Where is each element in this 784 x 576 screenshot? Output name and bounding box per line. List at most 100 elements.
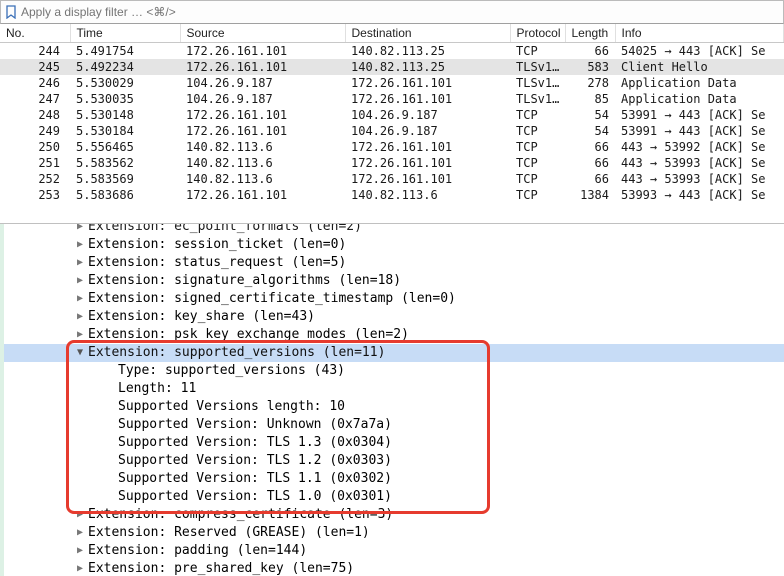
packet-cell: 85 — [565, 91, 615, 107]
packet-row[interactable]: 2485.530148172.26.161.101104.26.9.187TCP… — [0, 107, 784, 123]
packet-cell: 140.82.113.6 — [180, 139, 345, 155]
disclosure-triangle-icon: ▶ — [74, 254, 86, 272]
bookmark-icon — [5, 5, 17, 19]
tree-label: Type: supported_versions (43) — [116, 362, 345, 380]
tree-label: Extension: key_share (len=43) — [86, 308, 315, 326]
tree-item[interactable]: ▶ Extension: signed_certificate_timestam… — [4, 290, 784, 308]
packet-list-pane[interactable]: No. Time Source Destination Protocol Len… — [0, 24, 784, 224]
packet-row[interactable]: 2445.491754172.26.161.101140.82.113.25TC… — [0, 43, 784, 60]
disclosure-triangle-icon: ▶ — [74, 542, 86, 560]
packet-cell: 5.492234 — [70, 59, 180, 75]
col-header-source[interactable]: Source — [180, 24, 345, 43]
disclosure-triangle-icon: ▶ — [74, 506, 86, 524]
packet-cell: 140.82.113.6 — [180, 171, 345, 187]
display-filter-bar[interactable] — [0, 0, 784, 24]
tree-item[interactable]: Supported Version: TLS 1.2 (0x0303) — [4, 452, 784, 470]
packet-cell: 104.26.9.187 — [345, 107, 510, 123]
packet-cell: TLSv1… — [510, 75, 565, 91]
tree-item[interactable]: ▶ Extension: pre_shared_key (len=75) — [4, 560, 784, 576]
tree-item[interactable]: Supported Version: TLS 1.1 (0x0302) — [4, 470, 784, 488]
tree-label: Supported Versions length: 10 — [116, 398, 345, 416]
packet-cell: Application Data — [615, 75, 784, 91]
tree-item-supported-versions[interactable]: ▼ Extension: supported_versions (len=11) — [4, 344, 784, 362]
packet-cell: 172.26.161.101 — [180, 187, 345, 203]
packet-row[interactable]: 2525.583569140.82.113.6172.26.161.101TCP… — [0, 171, 784, 187]
packet-cell: TCP — [510, 107, 565, 123]
tree-label: Extension: psk_key_exchange_modes (len=2… — [86, 326, 409, 344]
packet-row[interactable]: 2505.556465140.82.113.6172.26.161.101TCP… — [0, 139, 784, 155]
tree-item[interactable]: ▶ Extension: signature_algorithms (len=1… — [4, 272, 784, 290]
col-header-info[interactable]: Info — [615, 24, 784, 43]
tree-label: Extension: compress_certificate (len=3) — [86, 506, 393, 524]
packet-cell: TCP — [510, 171, 565, 187]
packet-cell: 245 — [0, 59, 70, 75]
packet-row[interactable]: 2515.583562140.82.113.6172.26.161.101TCP… — [0, 155, 784, 171]
tree-label: Supported Version: TLS 1.3 (0x0304) — [116, 434, 392, 452]
packet-list-header[interactable]: No. Time Source Destination Protocol Len… — [0, 24, 784, 43]
tree-item[interactable]: Supported Version: TLS 1.0 (0x0301) — [4, 488, 784, 506]
tree-label: Supported Version: TLS 1.1 (0x0302) — [116, 470, 392, 488]
packet-cell: 253 — [0, 187, 70, 203]
packet-cell: 140.82.113.25 — [345, 43, 510, 60]
packet-row[interactable]: 2495.530184172.26.161.101104.26.9.187TCP… — [0, 123, 784, 139]
tree-item[interactable]: ▶ Extension: padding (len=144) — [4, 542, 784, 560]
packet-details-pane[interactable]: ▶ Extension: ec_point_formats (len=2) ▶ … — [0, 224, 784, 576]
disclosure-triangle-icon: ▶ — [74, 290, 86, 308]
packet-cell: 5.530184 — [70, 123, 180, 139]
packet-cell: 583 — [565, 59, 615, 75]
tree-item[interactable]: ▶ Extension: session_ticket (len=0) — [4, 236, 784, 254]
tree-item[interactable]: Supported Version: Unknown (0x7a7a) — [4, 416, 784, 434]
tree-item[interactable]: Supported Versions length: 10 — [4, 398, 784, 416]
tree-item[interactable]: Type: supported_versions (43) — [4, 362, 784, 380]
tree-item[interactable]: ▶ Extension: psk_key_exchange_modes (len… — [4, 326, 784, 344]
packet-cell: 5.556465 — [70, 139, 180, 155]
tree-item[interactable]: ▶ Extension: status_request (len=5) — [4, 254, 784, 272]
packet-cell: 172.26.161.101 — [345, 75, 510, 91]
tree-label: Extension: signature_algorithms (len=18) — [86, 272, 401, 290]
packet-cell: 104.26.9.187 — [180, 75, 345, 91]
tree-item[interactable]: ▶ Extension: Reserved (GREASE) (len=1) — [4, 524, 784, 542]
packet-cell: 172.26.161.101 — [345, 91, 510, 107]
packet-row[interactable]: 2535.583686172.26.161.101140.82.113.6TCP… — [0, 187, 784, 203]
packet-cell: 104.26.9.187 — [345, 123, 510, 139]
tree-item[interactable]: ▶ Extension: key_share (len=43) — [4, 308, 784, 326]
packet-cell: 54025 → 443 [ACK] Se — [615, 43, 784, 60]
disclosure-triangle-icon: ▶ — [74, 308, 86, 326]
tree-label: Extension: ec_point_formats (len=2) — [86, 224, 362, 236]
tree-label: Extension: session_ticket (len=0) — [86, 236, 346, 254]
packet-cell: 250 — [0, 139, 70, 155]
packet-cell: 172.26.161.101 — [180, 123, 345, 139]
packet-cell: TCP — [510, 187, 565, 203]
packet-cell: 5.530148 — [70, 107, 180, 123]
tree-item[interactable]: Length: 11 — [4, 380, 784, 398]
packet-row[interactable]: 2475.530035104.26.9.187172.26.161.101TLS… — [0, 91, 784, 107]
packet-cell: TCP — [510, 123, 565, 139]
col-header-no[interactable]: No. — [0, 24, 70, 43]
packet-row[interactable]: 2455.492234172.26.161.101140.82.113.25TL… — [0, 59, 784, 75]
tree-label: Supported Version: TLS 1.2 (0x0303) — [116, 452, 392, 470]
disclosure-triangle-icon: ▶ — [74, 236, 86, 254]
packet-cell: TLSv1… — [510, 59, 565, 75]
col-header-length[interactable]: Length — [565, 24, 615, 43]
col-header-time[interactable]: Time — [70, 24, 180, 43]
packet-cell: 246 — [0, 75, 70, 91]
packet-cell: 172.26.161.101 — [345, 155, 510, 171]
packet-cell: 443 → 53993 [ACK] Se — [615, 171, 784, 187]
packet-row[interactable]: 2465.530029104.26.9.187172.26.161.101TLS… — [0, 75, 784, 91]
packet-cell: 54 — [565, 107, 615, 123]
packet-cell: 443 → 53993 [ACK] Se — [615, 155, 784, 171]
display-filter-input[interactable] — [21, 5, 779, 19]
disclosure-triangle-icon: ▶ — [74, 560, 86, 576]
packet-cell: 172.26.161.101 — [180, 107, 345, 123]
packet-cell: 104.26.9.187 — [180, 91, 345, 107]
packet-cell: 172.26.161.101 — [180, 59, 345, 75]
tree-label: Extension: supported_versions (len=11) — [86, 344, 385, 362]
packet-cell: 278 — [565, 75, 615, 91]
packet-cell: 66 — [565, 155, 615, 171]
col-header-destination[interactable]: Destination — [345, 24, 510, 43]
col-header-protocol[interactable]: Protocol — [510, 24, 565, 43]
tree-item[interactable]: ▶ Extension: compress_certificate (len=3… — [4, 506, 784, 524]
packet-cell: 54 — [565, 123, 615, 139]
tree-item[interactable]: ▶ Extension: ec_point_formats (len=2) — [4, 224, 784, 236]
tree-item[interactable]: Supported Version: TLS 1.3 (0x0304) — [4, 434, 784, 452]
